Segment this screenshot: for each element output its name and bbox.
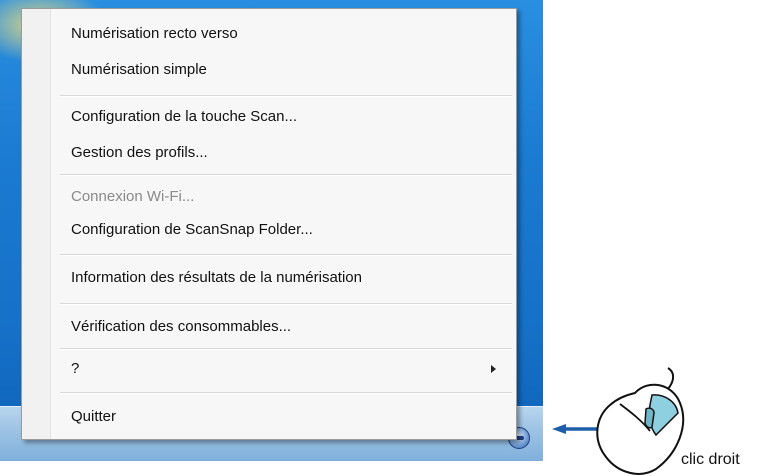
menu-item-scan-results-info[interactable]: Information des résultats de la numérisa… <box>22 265 516 291</box>
menu-item-help[interactable]: ? <box>22 356 516 382</box>
menu-item-scan-button-settings[interactable]: Configuration de la touche Scan... <box>22 104 516 130</box>
menu-separator <box>60 254 512 256</box>
menu-separator <box>60 348 512 350</box>
menu-item-scansnap-folder-settings[interactable]: Configuration de ScanSnap Folder... <box>22 217 516 243</box>
submenu-arrow-icon <box>491 365 496 373</box>
menu-separator <box>60 392 512 394</box>
menu-item-simplex-scan[interactable]: Numérisation simple <box>22 57 516 83</box>
menu-separator <box>60 174 512 176</box>
menu-separator <box>60 303 512 305</box>
menu-separator <box>60 95 512 97</box>
context-menu: Numérisation recto verso Numérisation si… <box>21 8 517 440</box>
menu-item-help-label: ? <box>71 360 80 377</box>
right-click-caption: clic droit <box>681 451 740 468</box>
menu-item-check-consumables[interactable]: Vérification des consommables... <box>22 314 516 340</box>
menu-item-profile-management[interactable]: Gestion des profils... <box>22 140 516 166</box>
menu-item-wifi-connection: Connexion Wi-Fi... <box>71 188 195 205</box>
menu-item-quit[interactable]: Quitter <box>22 404 516 430</box>
menu-item-duplex-scan[interactable]: Numérisation recto verso <box>22 21 516 47</box>
